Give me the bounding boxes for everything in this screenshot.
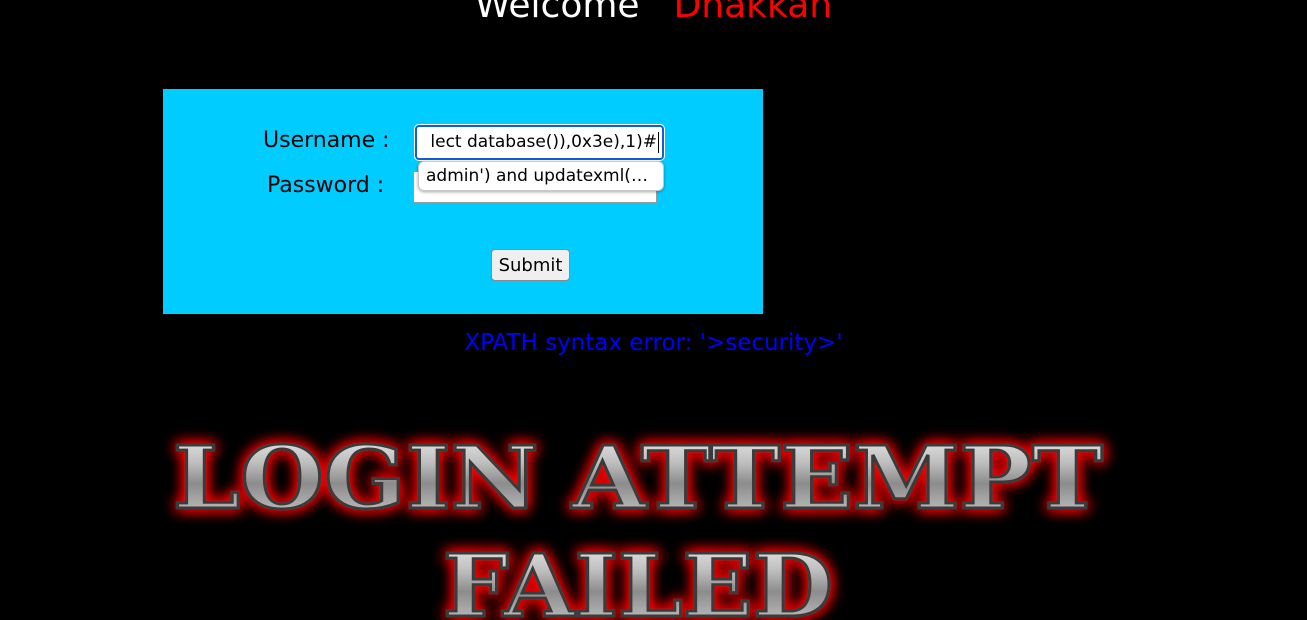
- password-label: Password :: [267, 173, 385, 198]
- welcome-heading: Welcome Dhakkan: [0, 0, 1307, 28]
- welcome-text: Welcome: [474, 0, 640, 26]
- autocomplete-suggestion[interactable]: admin') and updatexml(1...: [418, 161, 664, 191]
- username-value: lect database()),0x3e),1)#: [430, 132, 657, 152]
- page: Welcome Dhakkan Username : Password : lec…: [0, 0, 1307, 620]
- username-label: Username :: [263, 128, 390, 153]
- submit-button[interactable]: Submit: [491, 249, 570, 281]
- user-name: Dhakkan: [673, 0, 833, 26]
- login-form: Username : Password : lect database()),0…: [163, 89, 763, 314]
- text-caret: [658, 131, 659, 153]
- username-input[interactable]: lect database()),0x3e),1)#: [414, 124, 665, 161]
- banner-line-2: FAILED: [443, 536, 833, 620]
- login-failed-banner: LOGIN ATTEMPT FAILED: [163, 420, 1133, 620]
- banner-line-1: LOGIN ATTEMPT: [173, 428, 1103, 529]
- error-message: XPATH syntax error: '>security>': [464, 330, 843, 356]
